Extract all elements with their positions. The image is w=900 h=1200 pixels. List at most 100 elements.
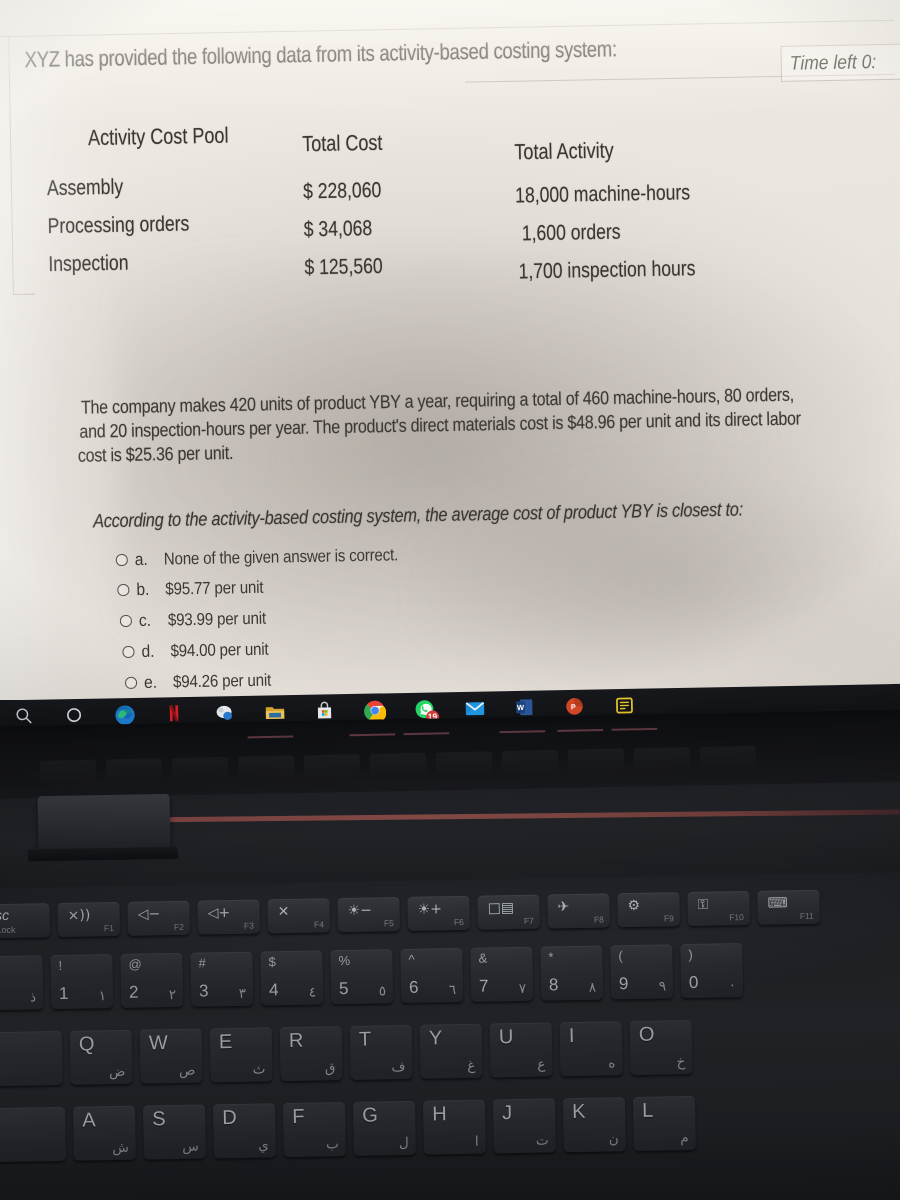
key-label-main: H [432,1103,447,1126]
key-qwerty-u[interactable]: Uع [489,1022,553,1078]
key-fn-f4[interactable]: ✕ F4 [267,898,331,934]
key-fn-f1[interactable]: ×)) F1 [57,901,121,937]
key-qwerty-t[interactable]: Tف [349,1024,413,1080]
key-qwerty-o[interactable]: Oخ [629,1019,693,1076]
radio-icon-b[interactable] [117,583,129,596]
table-row: Processing orders [47,210,190,238]
key-home-j[interactable]: Jت [492,1098,556,1154]
option-label: None of the given answer is correct. [163,545,399,569]
key-fn-f11[interactable]: ⌨ F11 [757,889,820,925]
file-explorer-icon[interactable] [264,701,286,723]
key-label-arabic: ٦ [448,982,457,999]
key-label-fnum: F11 [799,910,814,922]
option-label: $95.77 per unit [165,578,264,599]
key-home-f[interactable]: Fب [282,1102,346,1158]
edge-browser-icon[interactable] [114,704,136,726]
key-label-arabic: ٨ [588,979,597,996]
key-num-2[interactable]: @2 ٢ [120,952,184,1008]
key-label-main: 0 [688,972,699,992]
key-num-5[interactable]: % 5 ٥ [330,949,394,1005]
key-home-a[interactable]: Aش [73,1105,136,1161]
key-qwerty-r[interactable]: Rق [279,1026,343,1082]
key-fn-f7[interactable]: □▤ F7 [477,894,540,930]
key-home-g[interactable]: Gل [352,1100,416,1156]
key-glyph-icon: ⚙ [627,897,641,915]
search-icon[interactable] [14,706,36,728]
key-qwerty-w[interactable]: Wص [139,1028,203,1084]
key-label-arabic: م [680,1130,689,1147]
key-glyph-icon: □▤ [487,900,515,917]
keyboard-backlight-glow [247,735,294,739]
key-fn-f6[interactable]: ☀+ F6 [407,895,470,931]
table-cell-cost: $ 34,068 [303,215,373,242]
key-num-7[interactable]: & 7 ٧ [470,946,534,1002]
key-fn-f3[interactable]: ◁+ F3 [197,899,261,935]
key-label-shift: * [548,949,554,965]
key-num-4[interactable]: $4 ٤ [260,950,324,1006]
key-qwerty-e[interactable]: Eث [209,1027,273,1083]
key-num-6[interactable]: ^ 6 ٦ [400,947,464,1004]
key-label-main: 3 [198,981,209,1001]
key-num-3[interactable]: #3 ٣ [190,951,254,1007]
chrome-browser-icon[interactable] [364,699,387,723]
word-icon[interactable]: W [514,697,536,719]
key-label-arabic: ٥ [378,983,387,1000]
key-qwerty-q[interactable]: Qض [69,1029,133,1085]
whatsapp-icon[interactable]: 19 [414,698,440,724]
key-label-main: J [502,1102,513,1125]
option-label: $94.00 per unit [170,640,269,661]
radio-icon-e[interactable] [124,676,137,689]
key-glyph-icon: ◁− [137,906,161,923]
key-label-shift: ! [58,957,63,973]
option-label: $93.99 per unit [167,609,267,630]
key-fn-f8[interactable]: ✈ F8 [547,893,610,929]
radio-icon-c[interactable] [119,614,132,627]
key-label-arabic: ن [608,1131,619,1148]
key-label-fnum: F8 [593,914,604,925]
radio-icon-a[interactable] [115,553,128,566]
key-fn-f5[interactable]: ☀− F5 [337,897,401,933]
key-label-arabic: ع [537,1056,546,1073]
question-paragraph: The company makes 420 units of product Y… [78,382,891,467]
powerpoint-icon[interactable]: P [564,696,586,718]
key-label-main: O [638,1023,655,1046]
out-of-focus-key [633,747,691,771]
key-num-8[interactable]: * 8 ٨ [540,945,604,1001]
key-glyph-icon: ✈ [557,899,570,916]
table-cell-activity: 18,000 machine-hours [514,179,691,208]
key-label-main: L [641,1099,654,1122]
key-qwerty-key0[interactable] [0,1030,63,1087]
keyboard-backlight-glow [403,732,450,736]
key-label-arabic: ٣ [238,985,247,1002]
radio-icon-d[interactable] [122,645,135,658]
netflix-icon[interactable] [164,703,186,725]
key-label-arabic: ق [324,1060,336,1077]
key-label-shift: ^ [408,951,415,967]
key-home-s[interactable]: Sس [143,1104,206,1160]
key-fn-f9[interactable]: ⚙ F9 [617,892,680,928]
key-num-9[interactable]: (9 ٩ [610,944,674,1000]
key-num-[interactable]: ~·ذ [0,955,44,1011]
key-glyph-icon: ⌨ [767,895,788,912]
key-home-k[interactable]: Kن [562,1097,626,1153]
key-fn-esc[interactable]: Esc FnLock [0,903,51,939]
key-qwerty-y[interactable]: Yغ [419,1023,483,1079]
key-qwerty-i[interactable]: Iه [559,1021,623,1077]
key-home-h[interactable]: Hا [422,1099,486,1155]
key-fn-f2[interactable]: ◁− F2 [127,900,191,936]
key-home-d[interactable]: Dي [212,1103,276,1159]
key-label-shift: ( [618,948,623,964]
key-label-arabic: غ [467,1057,476,1074]
out-of-focus-key [303,754,361,778]
key-num-0[interactable]: ) 0 ٠ [680,943,744,999]
out-of-focus-key [567,748,625,772]
skype-icon[interactable] [214,702,236,724]
key-num-1[interactable]: ! 1 ١ [50,954,114,1010]
key-home-l[interactable]: Lم [632,1095,696,1151]
out-of-focus-key [501,749,559,774]
key-label-arabic: ف [391,1058,406,1076]
out-of-focus-key [435,751,493,775]
key-fn-f10[interactable]: ⚿ F10 [687,890,750,927]
key-home-key0[interactable] [0,1106,66,1163]
activity-cost-table: Activity Cost Pool Total Cost Total Acti… [0,112,896,283]
